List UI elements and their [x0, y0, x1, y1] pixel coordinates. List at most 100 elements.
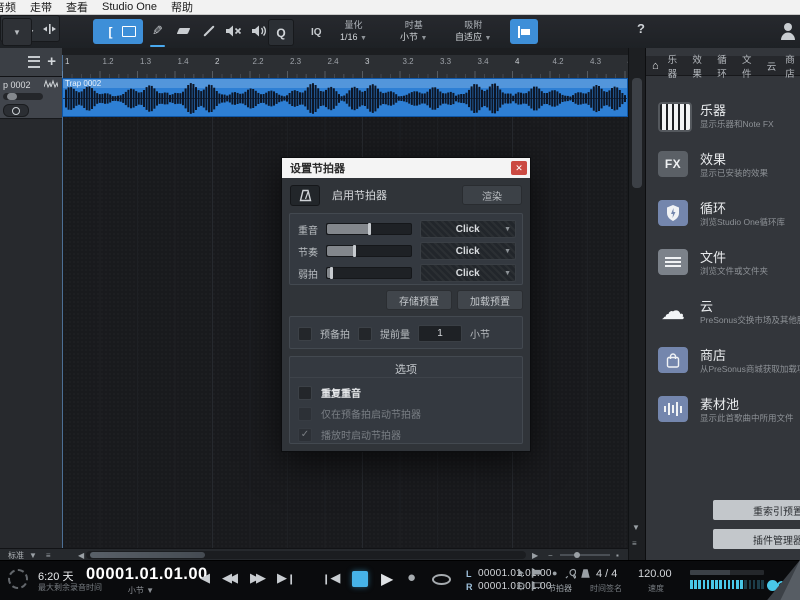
mute-tool-button[interactable]	[222, 20, 244, 42]
menu-item-2[interactable]: 查看	[66, 0, 88, 15]
zoom-menu-icon[interactable]: ≡	[632, 539, 637, 548]
fast-forward-button[interactable]: ▶▶	[250, 570, 262, 586]
loop-button[interactable]	[432, 574, 451, 585]
quantize-value-dropdown[interactable]: 量化 1/16 ▼	[340, 19, 367, 45]
marker-flag-icon[interactable]	[531, 568, 542, 578]
stop-button[interactable]	[352, 571, 368, 587]
browser-tab-2[interactable]: 循环	[717, 52, 733, 80]
rewind-button[interactable]: ◀◀	[222, 570, 234, 586]
chevron-down-icon[interactable]: ▼	[632, 523, 640, 532]
browser-tab-3[interactable]: 文件	[742, 52, 758, 80]
view-preset-dropdown[interactable]: 标准 ▼ ≡	[4, 550, 66, 560]
slider-thumb[interactable]	[330, 267, 333, 279]
vertical-scrollbar[interactable]: ▼ ≡	[628, 48, 646, 560]
option-checkbox[interactable]	[298, 386, 312, 400]
paint-tool-button[interactable]: ✎	[147, 21, 167, 41]
browser-item-2[interactable]: 循环浏览Studio One循环库	[656, 198, 800, 238]
user-account-icon[interactable]	[780, 21, 796, 41]
lead-checkbox[interactable]	[358, 327, 372, 341]
record-dot-icon[interactable]: ●	[552, 568, 557, 578]
render-button[interactable]: 渲染	[462, 185, 522, 205]
browser-tab-1[interactable]: 效果	[692, 52, 708, 80]
zoom-slider[interactable]	[560, 554, 610, 556]
browser-bottom-button-0[interactable]: 重索引预置	[713, 500, 800, 520]
timeline-ruler[interactable]: 11.21.31.422.22.32.433.23.33.444.24.34.4	[62, 55, 628, 79]
slider-knob[interactable]	[7, 93, 17, 100]
listen-tool-button[interactable]	[248, 20, 270, 42]
split-tool-button[interactable]	[199, 21, 219, 41]
precount-checkbox[interactable]	[298, 327, 312, 341]
help-button[interactable]: ?	[637, 21, 645, 36]
close-icon[interactable]: ✕	[511, 161, 527, 175]
scrollbar-thumb[interactable]	[90, 552, 205, 558]
add-track-button[interactable]: +	[47, 57, 56, 67]
zoom-out-icon[interactable]: −	[548, 551, 553, 560]
option-checkbox[interactable]	[298, 407, 312, 421]
click-sound-dropdown[interactable]: Click▼	[420, 264, 517, 282]
level-slider[interactable]	[326, 267, 411, 279]
browser-item-0[interactable]: 乐器显示乐器和Note FX	[656, 100, 800, 140]
position-unit-dropdown[interactable]: 小节 ▼	[86, 585, 196, 596]
metronome-mini-icon[interactable]	[580, 568, 591, 579]
expand-tracks-icon[interactable]	[43, 23, 56, 35]
wrench-icon[interactable]	[565, 568, 576, 579]
return-to-zero-button[interactable]: ❙◀	[322, 570, 340, 588]
home-icon[interactable]: ⌂	[652, 60, 659, 72]
track-list-menu-icon[interactable]	[28, 56, 40, 68]
scroll-right-icon[interactable]: ▶	[532, 551, 538, 560]
track-volume-slider[interactable]	[3, 93, 43, 100]
lead-bars-input[interactable]: 1	[418, 325, 462, 342]
level-slider[interactable]	[326, 245, 411, 257]
browser-tab-0[interactable]: 乐器	[668, 52, 684, 80]
horizontal-scrollbar[interactable]	[86, 551, 526, 559]
eraser-tool-button[interactable]	[173, 21, 193, 41]
time-signature-value[interactable]: 4 / 4	[596, 568, 617, 580]
browser-item-3[interactable]: 文件浏览文件或文件夹	[656, 247, 800, 287]
zoom-in-icon[interactable]: ▪	[616, 551, 619, 560]
browser-tab-5[interactable]: 商店	[785, 52, 800, 80]
next-bar-button[interactable]: ▶❙	[277, 570, 295, 588]
metronome-toggle-button[interactable]	[290, 185, 320, 206]
play-button[interactable]: ▶	[381, 569, 393, 589]
gear-icon[interactable]: ⚙	[516, 580, 526, 593]
click-sound-dropdown[interactable]: Click▼	[420, 220, 517, 238]
click-sound-dropdown[interactable]: Click▼	[420, 242, 517, 260]
playback-position-display[interactable]: 00001.01.01.00	[86, 565, 196, 584]
browser-bottom-button-1[interactable]: 插件管理器	[713, 529, 800, 549]
timebase-dropdown[interactable]: 时基 小节 ▼	[400, 19, 427, 45]
input-quantize-label[interactable]: IQ	[311, 27, 322, 38]
menu-item-0[interactable]: 音频	[0, 0, 16, 15]
menu-item-4[interactable]: 帮助	[171, 0, 193, 15]
range-tool-button[interactable]	[116, 19, 142, 44]
zoom-slider-knob[interactable]	[574, 552, 580, 558]
track-header[interactable]: p 0002	[0, 77, 62, 119]
add-track-dropdown-button[interactable]: ▼	[2, 18, 32, 46]
record-button[interactable]: ●	[407, 569, 416, 586]
audio-clip[interactable]: Trap 0002	[62, 78, 628, 117]
menu-item-1[interactable]: 走带	[30, 0, 52, 15]
load-preset-button[interactable]: 加载预置	[457, 290, 523, 310]
slider-thumb[interactable]	[368, 223, 371, 235]
performance-gauge-icon[interactable]	[8, 569, 28, 589]
snap-dropdown[interactable]: 吸附 自适应 ▼	[455, 19, 491, 45]
scrollbar-thumb[interactable]	[632, 78, 642, 188]
slider-thumb[interactable]	[353, 245, 356, 257]
browser-item-6[interactable]: 素材池显示此首歌曲中所用文件	[656, 394, 800, 434]
browser-tab-4[interactable]: 云	[767, 59, 777, 73]
scroll-left-icon[interactable]: ◀	[78, 551, 84, 560]
monitor-button[interactable]	[3, 104, 29, 117]
dialog-title-bar[interactable]: 设置节拍器 ✕	[282, 158, 530, 178]
tempo-value[interactable]: 120.00	[638, 568, 672, 580]
level-slider[interactable]	[326, 223, 411, 235]
previous-bar-button[interactable]: ◀	[200, 570, 210, 586]
marker-flag-icon[interactable]	[531, 581, 542, 591]
store-preset-button[interactable]: 存储预置	[386, 290, 452, 310]
browser-item-4[interactable]: ☁云PreSonus交换市场及其他服务	[656, 296, 800, 336]
autoscroll-button[interactable]	[510, 19, 538, 44]
cursor-mini-icon[interactable]	[516, 568, 526, 578]
option-checkbox[interactable]: ✓	[298, 428, 312, 442]
menu-item-3[interactable]: Studio One	[102, 1, 157, 13]
quantize-q-button[interactable]: Q	[268, 19, 294, 46]
browser-item-5[interactable]: 商店从PreSonus商城获取加载项	[656, 345, 800, 385]
browser-item-1[interactable]: FX效果显示已安装的效果	[656, 149, 800, 189]
